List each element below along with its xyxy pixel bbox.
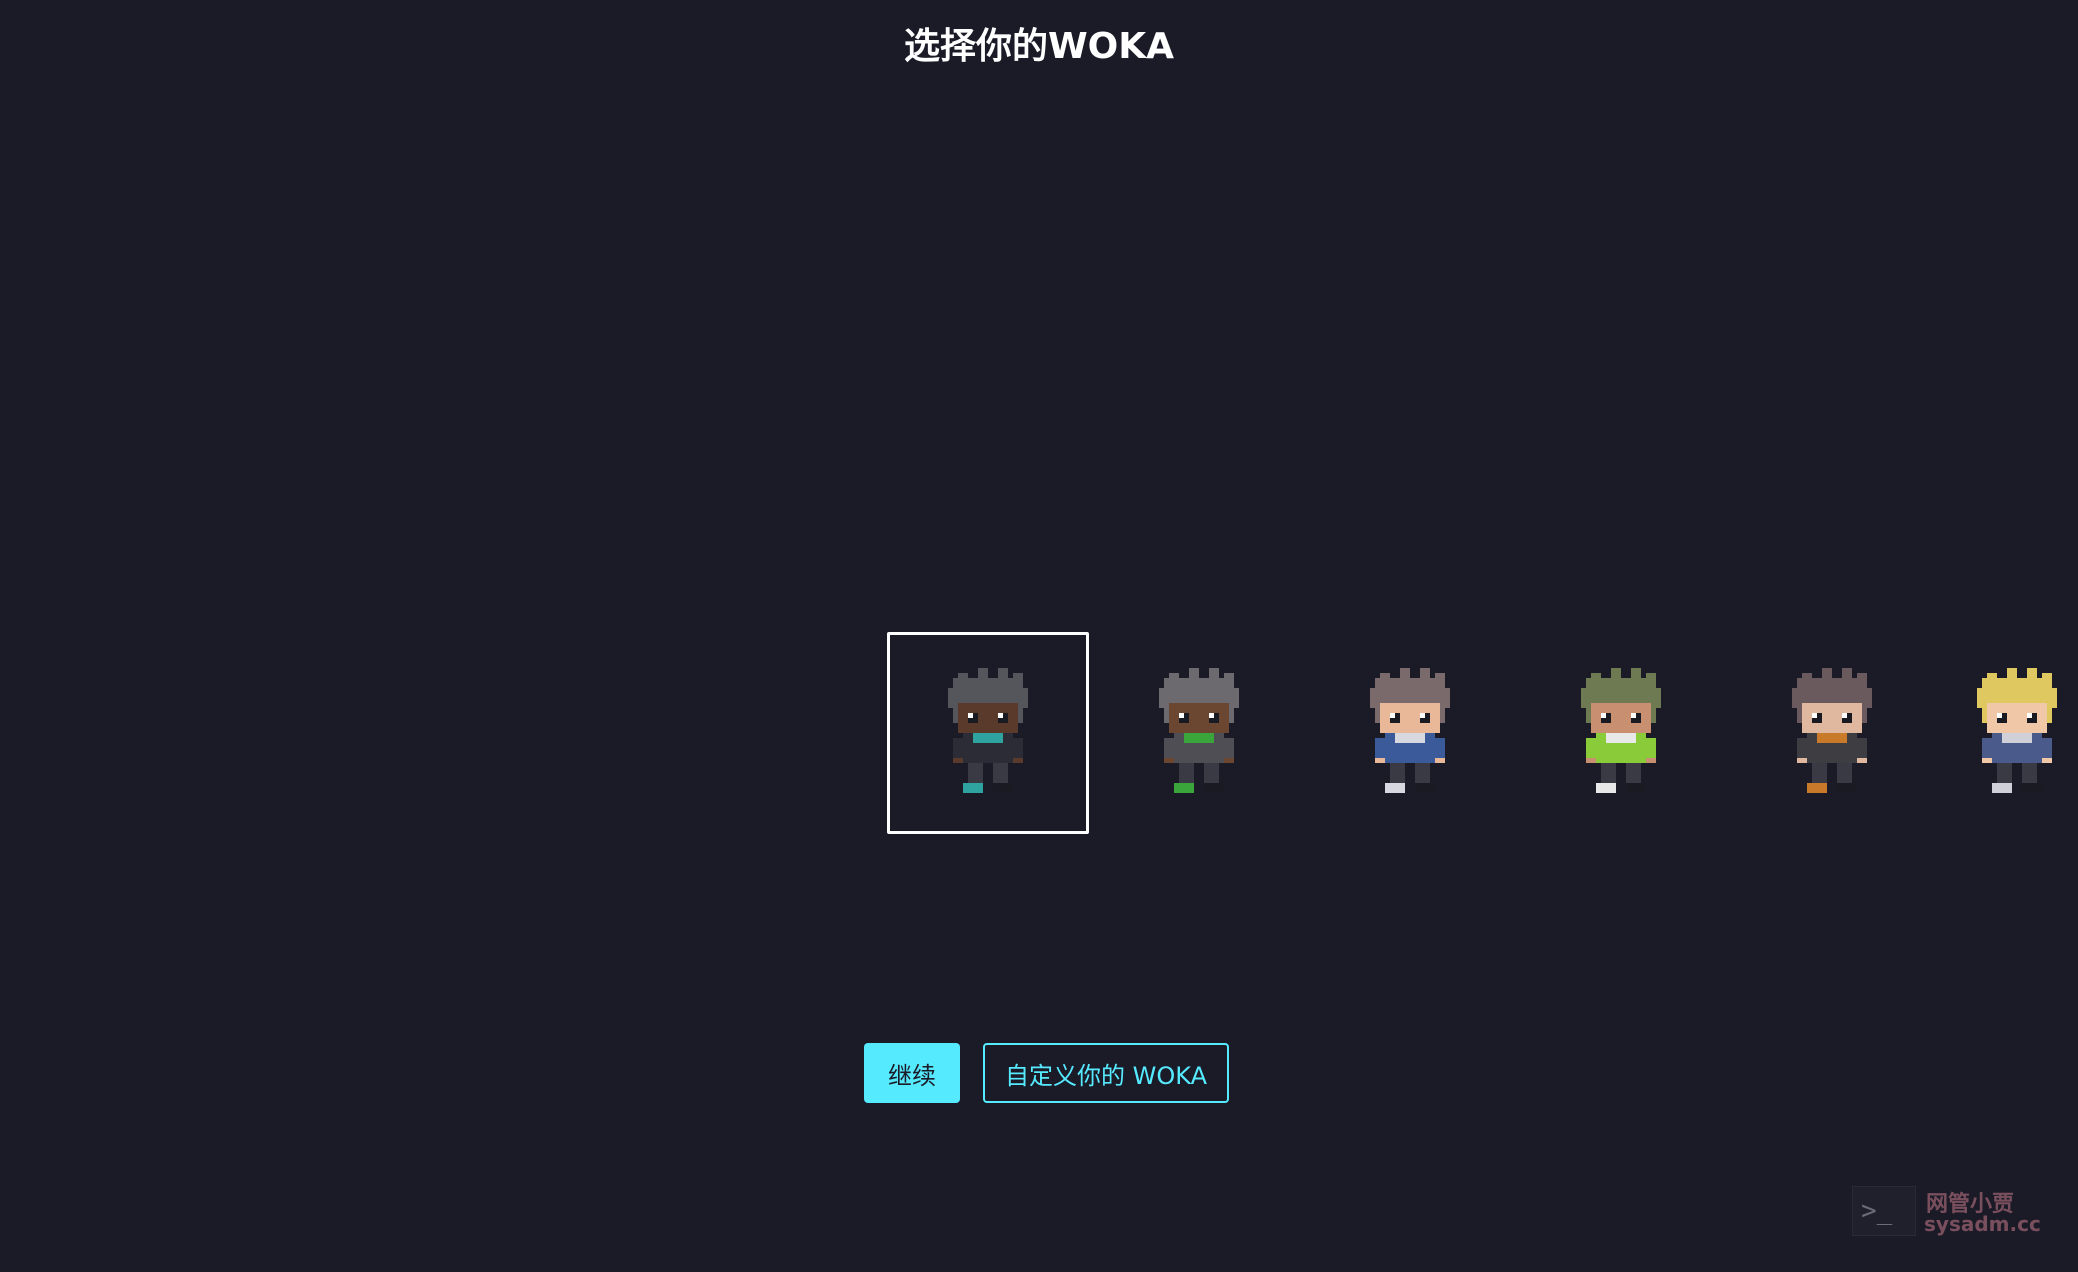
woka-sprite-5 <box>1792 668 1872 793</box>
woka-option-5[interactable] <box>1731 632 1933 834</box>
page-title: 选择你的WOKA <box>903 26 1175 67</box>
woka-sprite-6 <box>1977 668 2057 793</box>
woka-sprite-2 <box>1159 668 1239 793</box>
woka-option-4[interactable] <box>1520 632 1722 834</box>
woka-sprite-3 <box>1370 668 1450 793</box>
customize-woka-button[interactable]: 自定义你的 WOKA <box>983 1043 1229 1103</box>
woka-option-3[interactable] <box>1309 632 1511 834</box>
watermark-text-line2: sysadm.cc <box>1924 1212 2041 1236</box>
woka-sprite-1 <box>948 668 1028 793</box>
continue-button[interactable]: 继续 <box>864 1043 960 1103</box>
woka-option-2[interactable] <box>1098 632 1300 834</box>
terminal-icon: >_ <box>1852 1186 1916 1236</box>
woka-sprite-4 <box>1581 668 1661 793</box>
woka-option-1[interactable] <box>887 632 1089 834</box>
watermark-logo: >_ 网管小贾 sysadm.cc <box>1852 1186 2041 1238</box>
woka-selection-screen: 选择你的WOKA 继续 自定义你的 WOKA >_ 网管小贾 sysadm.cc <box>0 0 2078 1272</box>
woka-option-6[interactable] <box>1940 632 2078 834</box>
